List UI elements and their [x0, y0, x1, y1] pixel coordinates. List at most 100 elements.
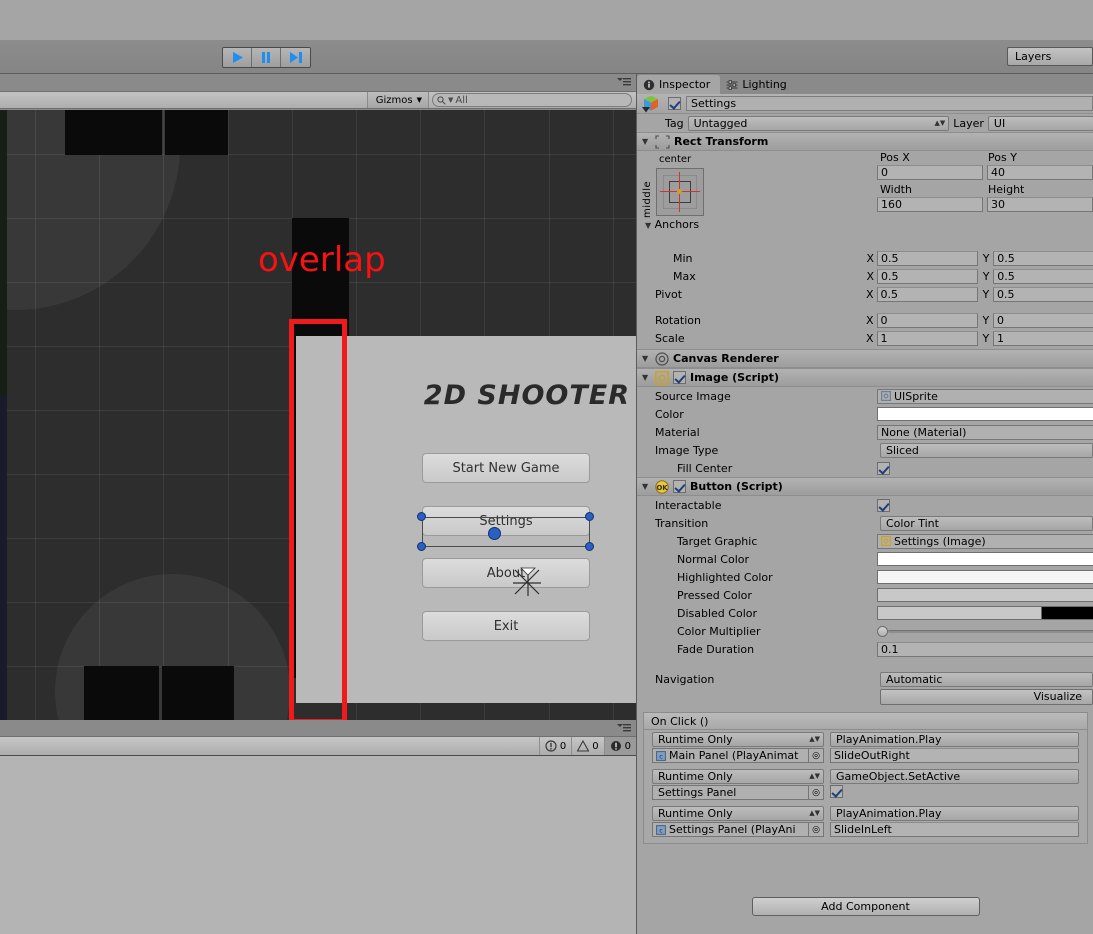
scene-search-input[interactable]: ▼ All [432, 93, 632, 107]
image-enabled-checkbox[interactable] [673, 371, 686, 384]
pos-x-input[interactable]: 0 [877, 165, 983, 180]
component-header-rect-transform[interactable]: ▼ Rect Transform [637, 132, 1093, 151]
resize-handle-tr[interactable] [585, 512, 594, 521]
material-objectfield[interactable]: None (Material) [877, 424, 1093, 440]
console-log-list[interactable] [0, 756, 636, 934]
anchor-preset-widget[interactable] [656, 168, 704, 216]
anchors-label: Anchors [654, 218, 700, 231]
menu-button-about[interactable]: About [422, 558, 590, 588]
panel-menu-icon[interactable] [616, 723, 632, 733]
gameobject-name-input[interactable]: Settings [686, 96, 1093, 111]
normal-color-swatch[interactable] [877, 552, 1093, 566]
component-header-button-script[interactable]: ▼ OK Button (Script) [637, 477, 1093, 496]
anchor-max-x-input[interactable]: 0.5 [876, 268, 978, 284]
pos-y-input[interactable]: 40 [987, 165, 1093, 180]
foldout-arrow-icon[interactable]: ▼ [642, 137, 651, 146]
interactable-checkbox[interactable] [877, 498, 890, 512]
anchor-min-y-value: 0.5 [997, 251, 1015, 265]
add-component-button[interactable]: Add Component [751, 897, 980, 916]
panel-menu-icon[interactable] [616, 77, 632, 87]
component-header-canvas-renderer[interactable]: ▼ Canvas Renderer [637, 349, 1093, 368]
resize-handle-bl[interactable] [417, 542, 426, 551]
console-warning-counter[interactable]: 0 [571, 737, 603, 755]
target-graphic-objectfield[interactable]: Settings (Image) [877, 533, 1093, 549]
gizmos-dropdown[interactable]: Gizmos ▼ [366, 92, 429, 108]
layer-dropdown[interactable]: UI [987, 115, 1093, 131]
tag-label: Tag [665, 116, 684, 130]
layers-dropdown[interactable]: Layers [1007, 47, 1093, 66]
event-function-dropdown[interactable]: PlayAnimation.Play [830, 732, 1079, 747]
highlighted-color-swatch[interactable] [877, 570, 1093, 584]
event-object-field[interactable]: c Settings Panel (PlayAni ◎ [652, 822, 824, 837]
pivot-x-input[interactable]: 0.5 [876, 286, 978, 302]
tag-dropdown[interactable]: Untagged ▲▼ [687, 115, 950, 131]
button-enabled-checkbox[interactable] [673, 480, 686, 493]
event-mode-dropdown[interactable]: Runtime Only ▲▼ [652, 806, 824, 821]
x-axis-label: X [866, 287, 874, 301]
anchor-min-x-input[interactable]: 0.5 [876, 250, 978, 266]
info-icon [643, 79, 655, 90]
pressed-color-swatch[interactable] [877, 588, 1093, 602]
x-axis-label: X [866, 331, 874, 345]
fade-duration-input[interactable]: 0.1 [877, 641, 1093, 657]
foldout-arrow-icon[interactable]: ▼ [645, 221, 651, 230]
scale-x-input[interactable]: 1 [876, 330, 978, 346]
event-function-dropdown[interactable]: PlayAnimation.Play [830, 806, 1079, 821]
pos-y-value: 40 [991, 166, 1005, 179]
pause-button[interactable] [252, 48, 281, 67]
resize-handle-tl[interactable] [417, 512, 426, 521]
anchor-max-y-input[interactable]: 0.5 [993, 268, 1093, 284]
image-type-dropdown[interactable]: Sliced [880, 442, 1093, 458]
event-bool-argument-checkbox[interactable] [830, 785, 843, 798]
visualize-button[interactable]: Visualize [880, 688, 1093, 705]
gameobject-name: Settings [691, 97, 737, 110]
event-object-field[interactable]: Settings Panel ◎ [652, 785, 824, 800]
search-chevron-icon: ▼ [448, 96, 454, 104]
foldout-arrow-icon[interactable]: ▼ [642, 373, 651, 382]
scene-canvas[interactable]: 2D SHOOTER Start New Game Settings About… [0, 110, 636, 720]
target-graphic-label: Target Graphic [677, 534, 758, 548]
foldout-arrow-icon[interactable]: ▼ [642, 482, 651, 491]
menu-button-start-new-game[interactable]: Start New Game [422, 453, 590, 483]
gameobject-enabled-checkbox[interactable] [668, 97, 681, 110]
object-picker-icon[interactable]: ◎ [808, 786, 823, 799]
width-input[interactable]: 160 [877, 197, 983, 212]
transition-dropdown[interactable]: Color Tint [880, 515, 1093, 531]
step-button[interactable] [281, 48, 310, 67]
console-info-counter[interactable]: 0 [603, 737, 636, 755]
target-graphic-row: Target Graphic Settings (Image) [637, 532, 1093, 550]
menu-button-exit[interactable]: Exit [422, 611, 590, 641]
event-argument-input[interactable]: SlideOutRight [830, 748, 1079, 763]
event-mode-dropdown[interactable]: Runtime Only ▲▼ [652, 769, 824, 784]
source-image-objectfield[interactable]: UISprite [877, 388, 1093, 404]
pivot-y-input[interactable]: 0.5 [992, 286, 1093, 302]
transition-value: Color Tint [886, 516, 939, 530]
tab-lighting[interactable]: Lighting [720, 75, 796, 94]
slider-knob[interactable] [877, 625, 888, 637]
event-function-dropdown[interactable]: GameObject.SetActive [830, 769, 1079, 784]
navigation-dropdown[interactable]: Automatic [880, 671, 1093, 687]
event-object-field[interactable]: c Main Panel (PlayAnimat ◎ [652, 748, 824, 763]
image-color-swatch[interactable] [877, 407, 1093, 421]
play-button[interactable] [223, 48, 252, 67]
scale-y-input[interactable]: 1 [992, 330, 1093, 346]
anchors-foldout[interactable]: ▼ Anchors [645, 218, 699, 231]
object-picker-icon[interactable]: ◎ [808, 823, 823, 836]
event-argument-input[interactable]: SlideInLeft [830, 822, 1079, 837]
resize-handle-br[interactable] [585, 542, 594, 551]
height-input[interactable]: 30 [987, 197, 1093, 212]
tab-inspector[interactable]: Inspector [637, 75, 721, 94]
disabled-color-swatch[interactable] [877, 606, 1093, 620]
console-error-counter[interactable]: 0 [538, 737, 571, 755]
object-picker-icon[interactable]: ◎ [808, 749, 823, 762]
rotation-y-input[interactable]: 0 [992, 312, 1093, 328]
rotation-x-input[interactable]: 0 [876, 312, 978, 328]
color-multiplier-slider[interactable] [877, 625, 1093, 637]
component-header-image-script[interactable]: ▼ Image (Script) [637, 368, 1093, 387]
fill-center-checkbox[interactable] [877, 461, 890, 475]
slider-track[interactable] [888, 629, 1093, 633]
anchor-min-y-input[interactable]: 0.5 [993, 250, 1093, 266]
fill-center-row: Fill Center [637, 459, 1093, 477]
event-mode-dropdown[interactable]: Runtime Only ▲▼ [652, 732, 824, 747]
foldout-arrow-icon[interactable]: ▼ [642, 354, 651, 363]
